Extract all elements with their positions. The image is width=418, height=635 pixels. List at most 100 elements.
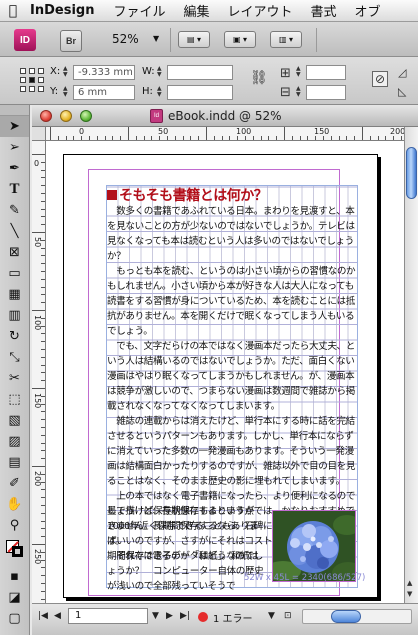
horizontal-grid-tool-icon[interactable]: ▦	[0, 284, 29, 305]
ruler-tick	[41, 341, 45, 343]
pasteboard[interactable]: そもそも書籍とは何か？ 数多くの書籍であふれている日本。まわりを見渡すと、本を見…	[46, 141, 404, 603]
ruler-tick	[346, 136, 348, 140]
stroke-swatch-icon[interactable]	[12, 546, 23, 557]
pencil-tool-icon[interactable]: ✎	[0, 200, 29, 221]
zoom-level[interactable]: 52%	[112, 32, 139, 46]
ruler-tick	[41, 559, 45, 561]
ruler-tick	[41, 193, 45, 194]
gradient-swatch-tool-icon[interactable]: ▧	[0, 410, 29, 431]
menu-object[interactable]: オブ	[346, 1, 390, 20]
next-page-icon[interactable]: ▶	[166, 611, 173, 621]
type-tool-icon[interactable]: T	[0, 179, 29, 200]
apple-menu-icon[interactable]: 	[0, 3, 26, 19]
rectangle-tool-icon[interactable]: ▭	[0, 263, 29, 284]
h-stepper[interactable]: ▲ ▼	[157, 86, 162, 98]
horizontal-ruler[interactable]: 0 50 100 150 200	[46, 127, 405, 141]
bridge-button[interactable]: Br	[60, 30, 82, 52]
eyedropper-tool-icon[interactable]: ✐	[0, 473, 29, 494]
ruler-tick	[41, 286, 45, 288]
ruler-tick	[41, 349, 45, 350]
minimize-window-button[interactable]	[60, 110, 72, 122]
vertical-scroll-thumb[interactable]	[406, 147, 417, 199]
scroll-up-icon[interactable]: ▲	[407, 579, 412, 587]
w-label: W:	[142, 66, 155, 77]
note-tool-icon[interactable]: ▤	[0, 452, 29, 473]
open-folder-icon[interactable]: ⊡	[284, 611, 292, 621]
previous-page-icon[interactable]: ◀	[54, 611, 61, 621]
close-window-button[interactable]	[40, 110, 52, 122]
ruler-tick	[41, 263, 45, 265]
reference-point-icon[interactable]	[20, 68, 44, 92]
rotate-tool-icon[interactable]: ↻	[0, 326, 29, 347]
last-page-icon[interactable]: ▶|	[180, 611, 190, 621]
application-bar: ID Br 52% ▼ ▤ ▾ ▣ ▾ ▥ ▾	[0, 22, 418, 57]
vertical-scrollbar[interactable]: ▲ ▼	[404, 127, 418, 603]
scale-tool-icon[interactable]: ⤡	[0, 347, 29, 368]
scale-y-stepper[interactable]: ▲ ▼	[296, 86, 301, 98]
arrange-documents-button[interactable]: ▥ ▾	[270, 31, 302, 48]
scale-x-stepper[interactable]: ▲ ▼	[296, 66, 301, 78]
vertical-grid-tool-icon[interactable]: ▥	[0, 305, 29, 326]
normal-view-icon[interactable]: ▢	[0, 608, 29, 629]
menu-file[interactable]: ファイル	[104, 1, 174, 20]
h-field[interactable]	[167, 85, 233, 100]
x-field[interactable]: -9.333 mm	[73, 65, 135, 80]
scroll-down-icon[interactable]: ▼	[407, 590, 412, 598]
scissors-tool-icon[interactable]: ✂	[0, 368, 29, 389]
article-heading[interactable]: そもそも書籍とは何か？	[107, 187, 351, 204]
hand-tool-icon[interactable]: ✋	[0, 494, 29, 515]
screen-mode-button[interactable]: ▣ ▾	[224, 31, 256, 48]
scale-x-field[interactable]	[306, 65, 346, 80]
scale-y-icon[interactable]: ⊟	[280, 85, 291, 100]
x-stepper[interactable]: ▲ ▼	[63, 66, 68, 78]
divider	[170, 28, 171, 52]
page-menu-chevron-icon[interactable]: ▼	[152, 611, 159, 621]
menu-app-name[interactable]: InDesign	[26, 3, 104, 18]
panel-grip[interactable]	[0, 105, 29, 116]
page-number-field[interactable]: 1	[68, 608, 148, 624]
line-tool-icon[interactable]: ╲	[0, 221, 29, 242]
zoom-window-button[interactable]	[80, 110, 92, 122]
y-field[interactable]: 6 mm	[73, 85, 135, 100]
ruler-tick	[252, 136, 254, 140]
first-page-icon[interactable]: |◀	[38, 611, 48, 621]
vertical-ruler[interactable]: 0 50 100 150 200 250	[32, 141, 46, 603]
apply-color-icon[interactable]: ◪	[0, 587, 29, 608]
selection-tool-icon[interactable]: ➤	[0, 116, 29, 137]
ruler-origin[interactable]	[32, 127, 46, 141]
shear-icon[interactable]: ◺	[398, 85, 406, 98]
horizontal-scroll-thumb[interactable]	[331, 610, 361, 623]
preflight-menu-chevron-icon[interactable]: ▼	[268, 611, 275, 621]
menu-type[interactable]: 書式	[302, 1, 346, 20]
ruler-tick	[89, 136, 90, 140]
document-title-bar[interactable]: Id eBook.indd @ 52%	[32, 105, 418, 127]
ruler-tick	[354, 136, 356, 140]
view-options-button[interactable]: ▤ ▾	[178, 31, 210, 48]
scale-x-icon[interactable]: ⊞	[280, 66, 291, 81]
rotate-icon[interactable]: ◿	[398, 66, 406, 79]
rectangle-frame-tool-icon[interactable]: ⊠	[0, 242, 29, 263]
w-stepper[interactable]: ▲ ▼	[157, 66, 162, 78]
direct-selection-tool-icon[interactable]: ➢	[0, 137, 29, 158]
ruler-label: 50	[33, 237, 42, 248]
chevron-down-icon[interactable]: ▼	[153, 34, 159, 43]
hydrangea-photo[interactable]	[272, 510, 356, 582]
menu-layout[interactable]: レイアウト	[219, 1, 302, 20]
formatting-affects-container-icon[interactable]: ▪	[0, 566, 29, 587]
fill-stroke-swatch[interactable]	[0, 536, 29, 566]
free-transform-tool-icon[interactable]: ⬚	[0, 389, 29, 410]
w-field[interactable]	[167, 65, 233, 80]
pen-tool-icon[interactable]: ✒	[0, 158, 29, 179]
constrain-proportions-icon[interactable]: ⛓	[250, 70, 268, 86]
ruler-tick	[143, 136, 145, 140]
zoom-tool-icon[interactable]: ⚲	[0, 515, 29, 536]
preflight-errors[interactable]: 1 エラー	[213, 610, 253, 625]
link-icon[interactable]: ⊘	[372, 71, 389, 87]
ruler-tick	[96, 136, 98, 140]
ruler-label: 0	[79, 127, 85, 136]
horizontal-scrollbar[interactable]	[302, 609, 412, 624]
y-stepper[interactable]: ▲ ▼	[63, 86, 68, 98]
gradient-feather-tool-icon[interactable]: ▨	[0, 431, 29, 452]
menu-edit[interactable]: 編集	[174, 1, 218, 20]
scale-y-field[interactable]	[306, 85, 346, 100]
